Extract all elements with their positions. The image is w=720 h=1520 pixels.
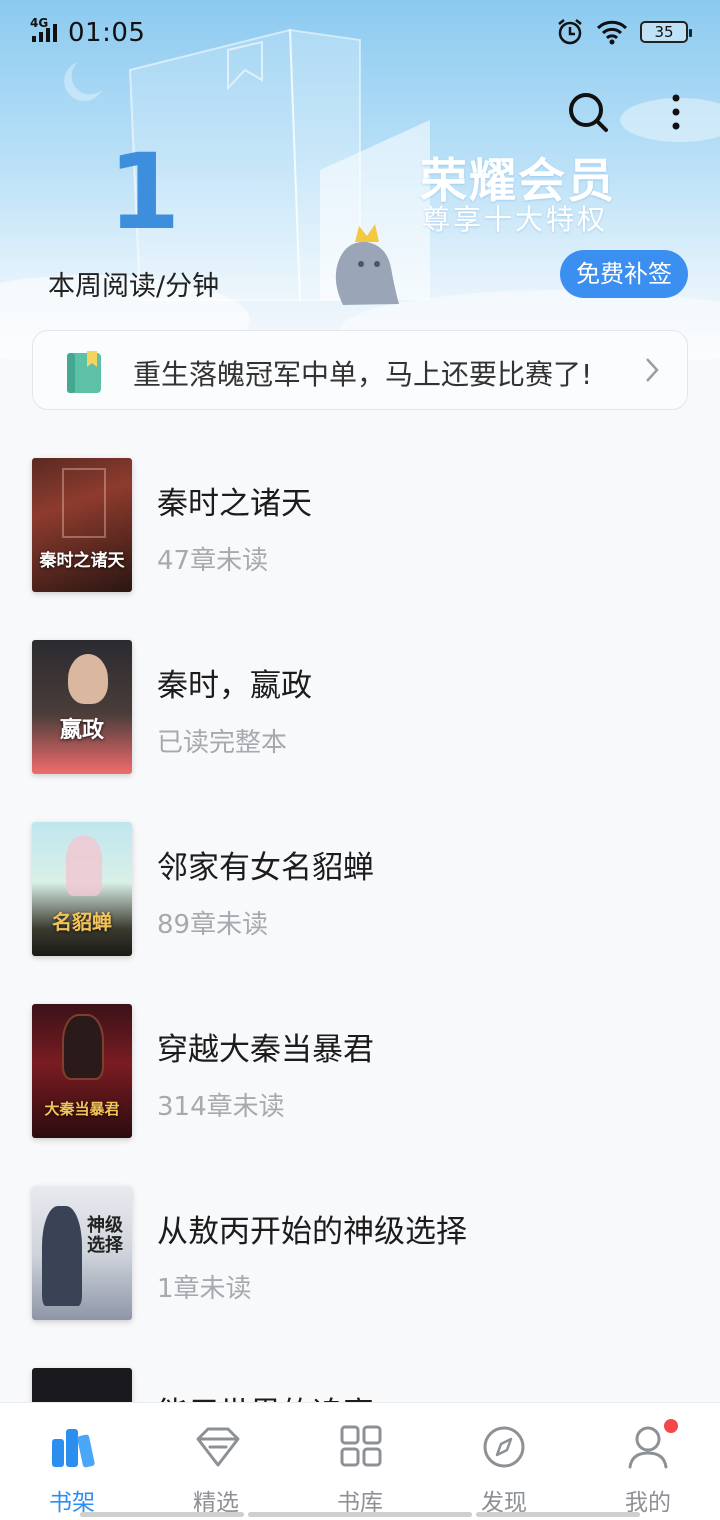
book-title: 秦时，嬴政 (157, 668, 312, 704)
book-status: 89章未读 (157, 910, 269, 940)
alarm-icon (558, 19, 582, 45)
gesture-bar (80, 1512, 244, 1517)
book-cover[interactable]: 秦时之诸天 (32, 458, 132, 592)
grid-icon (340, 1425, 382, 1467)
diamond-icon (196, 1427, 240, 1467)
book-cover[interactable]: 神级选择 (32, 1186, 132, 1320)
vip-subtitle[interactable]: 尊享十大特权 (422, 198, 608, 238)
notice-text: 重生落魄冠军中单，马上还要比赛了! (133, 358, 593, 391)
book-cover[interactable]: 名貂蝉 (32, 822, 132, 956)
nav-bookshelf[interactable]: 书架 (0, 1403, 144, 1520)
gesture-bar (248, 1512, 472, 1517)
search-icon[interactable] (566, 90, 610, 134)
book-cover[interactable]: 大秦当暴君 (32, 1004, 132, 1138)
gesture-bar (476, 1512, 640, 1517)
wifi-icon (596, 20, 628, 45)
nav-library[interactable]: 书库 (288, 1403, 432, 1520)
weekly-reading-label: 本周阅读/分钟 (48, 271, 220, 302)
svg-text:4G: 4G (30, 16, 48, 30)
book-item[interactable]: 嬴政 秦时，嬴政 已读完整本 (0, 640, 720, 790)
book-item[interactable]: 大秦当暴君 穿越大秦当暴君 314章未读 (0, 1004, 720, 1154)
book-status: 47章未读 (157, 546, 269, 576)
status-bar: 4G 01:05 35 (0, 0, 720, 64)
battery-indicator: 35 (640, 21, 692, 43)
nav-discover[interactable]: 发现 (432, 1403, 576, 1520)
bottom-navigation: 书架 精选 书库 发现 我的 (0, 1402, 720, 1520)
clock: 01:05 (68, 18, 146, 48)
book-title: 秦时之诸天 (157, 486, 312, 522)
book-title: 穿越大秦当暴君 (157, 1032, 374, 1068)
book-title: 邻家有女名貂蝉 (157, 850, 374, 886)
book-cover[interactable]: 嬴政 (32, 640, 132, 774)
notice-banner[interactable]: 重生落魄冠军中单，马上还要比赛了! (32, 330, 688, 410)
book-icon (67, 351, 101, 393)
weekly-reading-minutes: 1 (108, 131, 181, 253)
mascot-icon (335, 224, 399, 305)
header-banner: 4G 01:05 35 1 本周阅读/分钟 荣耀会员 尊享十大特权 免费补签 (0, 0, 720, 360)
chevron-right-icon (646, 358, 659, 382)
compass-icon (483, 1426, 525, 1468)
book-item[interactable]: 名貂蝉 邻家有女名貂蝉 89章未读 (0, 822, 720, 972)
book-status: 314章未读 (157, 1092, 285, 1122)
book-status: 1章未读 (157, 1274, 252, 1304)
more-options-icon[interactable] (662, 92, 690, 136)
nav-featured[interactable]: 精选 (144, 1403, 288, 1520)
nav-profile[interactable]: 我的 (576, 1403, 720, 1520)
book-title: 从敖丙开始的神级选择 (157, 1214, 467, 1250)
free-signin-button[interactable]: 免费补签 (560, 250, 688, 298)
bookshelf-icon (52, 1429, 95, 1468)
cellular-signal-icon: 4G (30, 16, 57, 42)
book-status: 已读完整本 (157, 728, 288, 758)
book-item[interactable]: 神级选择 从敖丙开始的神级选择 1章未读 (0, 1186, 720, 1336)
notification-dot (664, 1419, 678, 1433)
book-item[interactable]: 秦时之诸天 秦时之诸天 47章未读 (0, 458, 720, 608)
